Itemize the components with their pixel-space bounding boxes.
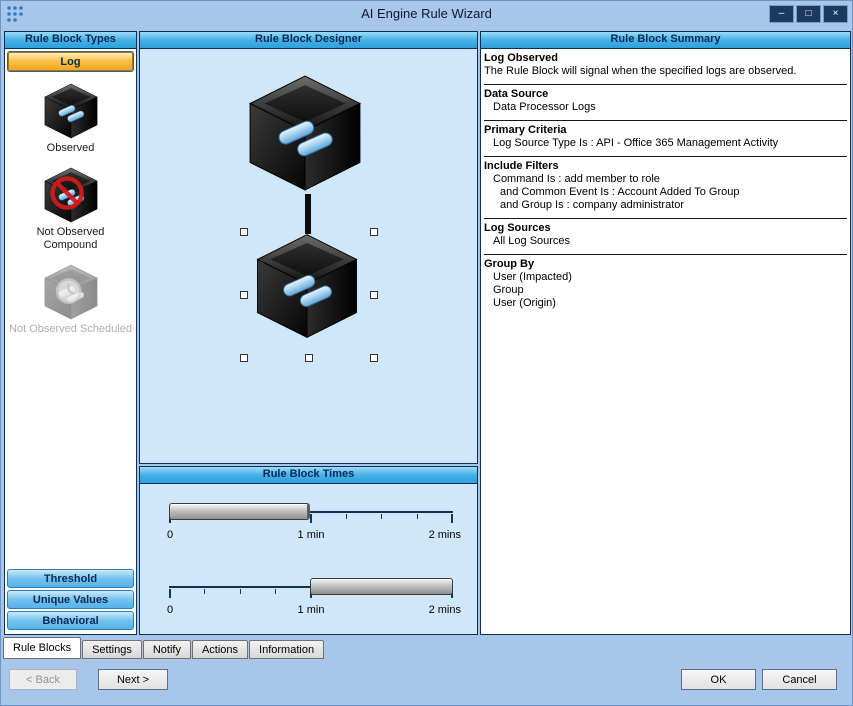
selection-handle[interactable] <box>240 291 248 299</box>
selection-handle[interactable] <box>370 354 378 362</box>
time-slider-2: 0 1 min 2 mins <box>169 568 453 630</box>
tick-label: 1 min <box>298 529 325 541</box>
back-button: < Back <box>9 669 77 690</box>
time-slider-1: 0 1 min 2 mins <box>169 493 453 555</box>
time-range-bar-2[interactable] <box>310 578 453 595</box>
rule-type-label: Observed <box>5 142 136 155</box>
rule-block-node-2-selected[interactable] <box>252 231 362 341</box>
not-observed-scheduled-icon <box>41 263 101 321</box>
tick-mark <box>275 589 276 594</box>
section-line: The Rule Block will signal when the spec… <box>484 65 847 78</box>
rule-block-times-panel: Rule Block Times 0 1 min 2 mins <box>139 466 478 635</box>
rule-block-designer-panel: Rule Block Designer <box>139 31 478 464</box>
section-line: User (Impacted) <box>484 271 847 284</box>
tick-mark <box>204 589 205 594</box>
rule-block-times-header: Rule Block Times <box>140 467 477 484</box>
tick-mark <box>169 589 171 598</box>
summary-section-log-sources: Log Sources All Log Sources <box>484 219 847 255</box>
window-controls: – □ × <box>769 5 848 23</box>
tab-settings[interactable]: Settings <box>82 640 142 659</box>
section-line: Log Source Type Is : API - Office 365 Ma… <box>484 137 847 150</box>
connector-line <box>305 194 311 234</box>
minimize-button[interactable]: – <box>769 5 794 23</box>
section-line: All Log Sources <box>484 235 847 248</box>
rule-block-types-panel: Rule Block Types Log Observed Not Observ… <box>4 31 137 635</box>
rule-block-summary-panel: Rule Block Summary Log Observed The Rule… <box>480 31 851 635</box>
selection-handle[interactable] <box>370 291 378 299</box>
tick-mark <box>240 589 241 594</box>
close-button[interactable]: × <box>823 5 848 23</box>
selection-handle[interactable] <box>240 354 248 362</box>
threshold-button[interactable]: Threshold <box>7 569 134 588</box>
title-bar[interactable]: AI Engine Rule Wizard – □ × <box>1 1 852 28</box>
ai-engine-rule-wizard-window: AI Engine Rule Wizard – □ × Rule Block T… <box>0 0 853 706</box>
section-title: Log Observed <box>484 52 847 65</box>
section-title: Data Source <box>484 88 847 101</box>
tick-mark <box>381 514 382 519</box>
tick-label: 0 <box>167 529 173 541</box>
not-observed-compound-icon <box>41 166 101 224</box>
section-line: Command Is : add member to role <box>484 173 847 186</box>
summary-section-log-observed: Log Observed The Rule Block will signal … <box>484 49 847 85</box>
unique-values-button[interactable]: Unique Values <box>7 590 134 609</box>
rule-type-not-observed-compound[interactable]: Not Observed Compound <box>5 166 136 252</box>
rule-block-types-header: Rule Block Types <box>5 32 136 49</box>
tick-label: 0 <box>167 604 173 616</box>
selection-handle[interactable] <box>240 228 248 236</box>
designer-canvas[interactable] <box>140 48 477 463</box>
section-title: Include Filters <box>484 160 847 173</box>
selection-handle[interactable] <box>370 228 378 236</box>
summary-section-data-source: Data Source Data Processor Logs <box>484 85 847 121</box>
section-title: Primary Criteria <box>484 124 847 137</box>
section-line: and Common Event Is : Account Added To G… <box>484 186 847 199</box>
tab-actions[interactable]: Actions <box>192 640 248 659</box>
tick-mark <box>451 514 453 523</box>
maximize-button[interactable]: □ <box>796 5 821 23</box>
section-line: Data Processor Logs <box>484 101 847 114</box>
rule-type-label: Not Observed Compound <box>5 226 136 252</box>
summary-section-primary-criteria: Primary Criteria Log Source Type Is : AP… <box>484 121 847 157</box>
wizard-tab-strip: Rule Blocks Settings Notify Actions Info… <box>3 637 325 659</box>
log-type-button[interactable]: Log <box>8 52 133 71</box>
tick-label: 2 mins <box>429 529 461 541</box>
observed-cube-icon <box>41 82 101 140</box>
tick-label: 2 mins <box>429 604 461 616</box>
rule-block-designer-header: Rule Block Designer <box>140 32 477 49</box>
next-button[interactable]: Next > <box>98 669 168 690</box>
tick-label: 1 min <box>298 604 325 616</box>
section-title: Group By <box>484 258 847 271</box>
tick-mark <box>417 514 418 519</box>
rule-block-node-1[interactable] <box>244 72 366 194</box>
section-line: Group <box>484 284 847 297</box>
tab-information[interactable]: Information <box>249 640 324 659</box>
rule-type-not-observed-scheduled: Not Observed Scheduled <box>5 263 136 336</box>
ok-button[interactable]: OK <box>681 669 756 690</box>
tick-mark <box>310 514 312 523</box>
behavioral-button[interactable]: Behavioral <box>7 611 134 630</box>
window-title: AI Engine Rule Wizard <box>1 1 852 27</box>
cancel-button[interactable]: Cancel <box>762 669 837 690</box>
summary-body: Log Observed The Rule Block will signal … <box>484 49 847 634</box>
time-range-bar-1[interactable] <box>169 503 310 520</box>
summary-section-include-filters: Include Filters Command Is : add member … <box>484 157 847 219</box>
tab-rule-blocks[interactable]: Rule Blocks <box>3 637 81 659</box>
section-title: Log Sources <box>484 222 847 235</box>
section-line: User (Origin) <box>484 297 847 310</box>
selection-handle[interactable] <box>305 354 313 362</box>
summary-section-group-by: Group By User (Impacted) Group User (Ori… <box>484 255 847 316</box>
rule-type-observed[interactable]: Observed <box>5 82 136 155</box>
rule-type-label: Not Observed Scheduled <box>5 323 136 336</box>
rule-type-category-buttons: Threshold Unique Values Behavioral <box>7 567 134 630</box>
tab-notify[interactable]: Notify <box>143 640 191 659</box>
rule-block-summary-header: Rule Block Summary <box>481 32 850 49</box>
tick-mark <box>346 514 347 519</box>
section-line: and Group Is : company administrator <box>484 199 847 212</box>
